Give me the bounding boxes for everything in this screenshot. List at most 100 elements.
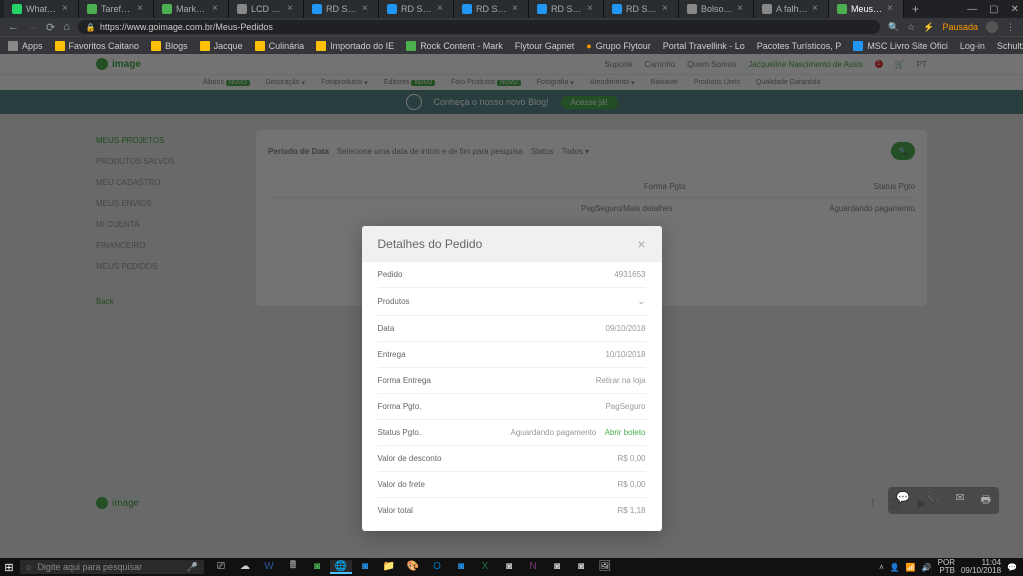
folder-icon xyxy=(316,41,326,51)
back-button[interactable]: ← xyxy=(8,21,19,33)
tab-rd-2[interactable]: RD Station M× xyxy=(379,0,454,18)
row-label: Data xyxy=(378,324,395,333)
close-icon[interactable]: × xyxy=(587,5,595,13)
explorer-icon[interactable]: 📁 xyxy=(378,560,400,574)
bookmark-item[interactable]: Schultz|Pacotes de V xyxy=(997,41,1023,51)
chat-icon[interactable]: 💬 xyxy=(896,491,910,510)
forward-button[interactable]: → xyxy=(27,21,38,33)
close-icon[interactable]: × xyxy=(287,5,295,13)
tab-rd-5[interactable]: RD Station M× xyxy=(604,0,679,18)
taskbar-apps: ⎚ ☁ W 🖩 ◙ 🌐 ◙ 📁 🎨 O ◙ X ◙ N ◙ ◙ 🖼 xyxy=(210,560,616,574)
excel-icon[interactable]: X xyxy=(474,560,496,574)
start-button[interactable]: ⊞ xyxy=(0,558,18,576)
close-window-button[interactable]: ✕ xyxy=(1011,4,1019,15)
tab-falha[interactable]: A falha que m× xyxy=(754,0,829,18)
app-icon[interactable]: ☁ xyxy=(234,560,256,574)
minimize-button[interactable]: — xyxy=(967,4,977,15)
tab-whatsapp[interactable]: WhatsApp× xyxy=(4,0,79,18)
row-value: PagSeguro xyxy=(605,402,645,411)
close-icon[interactable]: × xyxy=(137,5,145,13)
row-label: Valor de desconto xyxy=(378,454,442,463)
row-value: 09/10/2018 xyxy=(605,324,645,333)
notifications-icon[interactable]: 💬 xyxy=(1007,563,1017,572)
app-icon[interactable]: ◙ xyxy=(354,560,376,574)
close-icon[interactable]: × xyxy=(737,5,745,13)
bookmark-item[interactable]: Importado do IE xyxy=(316,41,394,51)
tab-rd-1[interactable]: RD Station M× xyxy=(304,0,379,18)
window-controls: — ▢ ✕ xyxy=(967,4,1019,15)
bookmark-item[interactable]: Blogs xyxy=(151,41,188,51)
bookmark-apps[interactable]: Apps xyxy=(8,41,43,51)
chrome-icon[interactable]: 🌐 xyxy=(330,560,352,574)
network-icon[interactable]: 📶 xyxy=(906,563,916,572)
app-icon[interactable]: ◙ xyxy=(450,560,472,574)
close-icon[interactable]: × xyxy=(887,5,895,13)
zoom-icon[interactable]: 🔍 xyxy=(888,22,899,33)
tab-tarefas[interactable]: Tarefas - Prod× xyxy=(79,0,154,18)
modal-row-forma-pgto: Forma Pgto. PagSeguro xyxy=(378,394,646,420)
tab-lcd[interactable]: LCD monitor× xyxy=(229,0,304,18)
url-input[interactable]: 🔒 https://www.goimage.com.br/Meus-Pedido… xyxy=(78,20,880,34)
bookmark-item[interactable]: ●Grupo Flytour xyxy=(586,41,650,51)
tab-rd-4[interactable]: RD Station M× xyxy=(529,0,604,18)
modal-row-frete: Valor do frete R$ 0,00 xyxy=(378,472,646,498)
app-icon[interactable]: ◙ xyxy=(498,560,520,574)
windows-taskbar: ⊞ ○ Digite aqui para pesquisar 🎤 ⎚ ☁ W 🖩… xyxy=(0,558,1023,576)
modal-close-button[interactable]: × xyxy=(637,236,645,252)
modal-row-forma-entrega: Forma Entrega Retirar na loja xyxy=(378,368,646,394)
maximize-button[interactable]: ▢ xyxy=(989,4,998,15)
tab-rd-3[interactable]: RD Station M× xyxy=(454,0,529,18)
volume-icon[interactable]: 🔊 xyxy=(922,563,932,572)
open-boleto-link[interactable]: Abrir boleto xyxy=(605,428,646,437)
app-icon[interactable]: ◙ xyxy=(306,560,328,574)
close-icon[interactable]: × xyxy=(212,5,220,13)
bookmark-item[interactable]: Portal Travellink - Lo xyxy=(663,41,745,51)
word-icon[interactable]: W xyxy=(258,560,280,574)
bookmark-item[interactable]: Rock Content - Mark xyxy=(406,41,503,51)
task-view-icon[interactable]: ⎚ xyxy=(210,560,232,574)
star-icon[interactable]: ☆ xyxy=(907,22,915,33)
app-icon[interactable]: ◙ xyxy=(570,560,592,574)
tab-marketing[interactable]: Marketing –× xyxy=(154,0,229,18)
close-icon[interactable]: × xyxy=(437,5,445,13)
photos-icon[interactable]: 🖼 xyxy=(594,560,616,574)
home-button[interactable]: ⌂ xyxy=(63,21,70,33)
bookmark-item[interactable]: Log-in xyxy=(960,41,985,51)
taskbar-search[interactable]: ○ Digite aqui para pesquisar 🎤 xyxy=(20,560,204,574)
close-icon[interactable]: × xyxy=(62,5,70,13)
bookmark-item[interactable]: Jacque xyxy=(200,41,243,51)
outlook-icon[interactable]: O xyxy=(426,560,448,574)
print-icon[interactable]: 🖶 xyxy=(981,491,991,510)
bookmark-item[interactable]: Favoritos Caitano xyxy=(55,41,140,51)
tab-meus-dados[interactable]: Meus Dados× xyxy=(829,0,904,18)
phone-icon[interactable]: 📞 xyxy=(926,491,940,510)
mail-icon[interactable]: ✉ xyxy=(955,491,964,510)
tray-chevron-icon[interactable]: ˄ xyxy=(879,563,884,572)
bookmark-item[interactable]: Flytour Gapnet xyxy=(515,41,575,51)
reload-button[interactable]: ⟳ xyxy=(46,21,55,34)
close-icon[interactable]: × xyxy=(662,5,670,13)
paused-indicator[interactable]: Pausada xyxy=(942,22,978,32)
new-tab-button[interactable]: + xyxy=(904,2,927,16)
calc-icon[interactable]: 🖩 xyxy=(282,560,304,574)
clock[interactable]: 11:04 09/10/2018 xyxy=(961,559,1001,575)
onenote-icon[interactable]: N xyxy=(522,560,544,574)
close-icon[interactable]: × xyxy=(512,5,520,13)
lock-icon: 🔒 xyxy=(86,23,96,32)
menu-icon[interactable]: ⋮ xyxy=(1006,22,1015,33)
mic-icon[interactable]: 🎤 xyxy=(187,562,198,573)
extension-icon[interactable]: ⚡ xyxy=(923,22,934,33)
bookmark-item[interactable]: MSC Livro Site Ofici xyxy=(853,41,948,51)
app-icon[interactable]: ◙ xyxy=(546,560,568,574)
modal-row-produtos[interactable]: Produtos ⌄ xyxy=(378,288,646,316)
bookmark-item[interactable]: Pacotes Turísticos, P xyxy=(757,41,842,51)
avatar-icon[interactable] xyxy=(986,21,998,33)
people-icon[interactable]: 👤 xyxy=(890,563,900,572)
close-icon[interactable]: × xyxy=(812,5,820,13)
row-label: Entrega xyxy=(378,350,406,359)
app-icon[interactable]: 🎨 xyxy=(402,560,424,574)
close-icon[interactable]: × xyxy=(362,5,370,13)
lang-indicator[interactable]: PORPTB xyxy=(938,559,955,575)
bookmark-item[interactable]: Culinária xyxy=(255,41,305,51)
tab-bolsonaro[interactable]: Bolsonaro cri× xyxy=(679,0,754,18)
